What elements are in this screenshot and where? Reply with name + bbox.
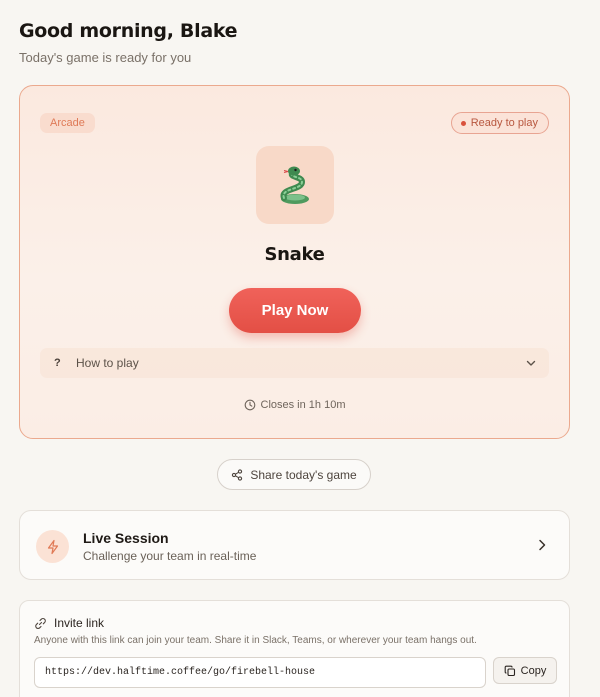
link-icon [35,617,46,629]
invite-header: Invite link [34,616,104,630]
invite-link-card: Invite link Anyone with this link can jo… [19,600,570,697]
greeting-title: Good morning, Blake [19,20,238,42]
greeting-subtitle: Today's game is ready for you [19,50,192,65]
how-to-play-label: How to play [76,356,139,370]
category-tag: Arcade [40,113,95,133]
status-badge: Ready to play [450,112,549,134]
invite-description: Anyone with this link can join your team… [34,635,477,646]
live-session-subtitle: Challenge your team in real-time [83,549,257,563]
lightning-icon [36,530,69,563]
how-to-play-toggle[interactable]: ? How to play [40,348,549,378]
closes-countdown: Closes in 1h 10m [20,399,569,411]
copy-label: Copy [520,664,547,677]
chevron-down-icon [525,357,537,369]
game-title: Snake [264,244,325,265]
share-icon [232,468,243,481]
invite-title: Invite link [54,616,105,630]
invite-url-field[interactable]: https://dev.halftime.coffee/go/firebell-… [34,657,486,688]
share-game-button[interactable]: Share today's game [217,459,371,490]
closes-label: Closes in 1h 10m [260,399,346,411]
status-dot-icon [460,120,466,126]
daily-game-card: Arcade Ready to play Snake Play Now ? Ho… [19,85,570,439]
live-session-title: Live Session [83,530,169,546]
share-label: Share today's game [250,467,357,482]
copy-link-button[interactable]: Copy [493,657,557,684]
question-icon: ? [54,357,61,369]
status-label: Ready to play [470,117,538,129]
play-now-button[interactable]: Play Now [229,288,361,333]
live-session-card[interactable]: Live Session Challenge your team in real… [19,510,570,580]
clock-icon [244,399,255,411]
snake-icon [280,166,309,204]
chevron-right-icon [535,538,549,557]
copy-icon [504,665,515,676]
game-icon-tile [256,146,334,224]
